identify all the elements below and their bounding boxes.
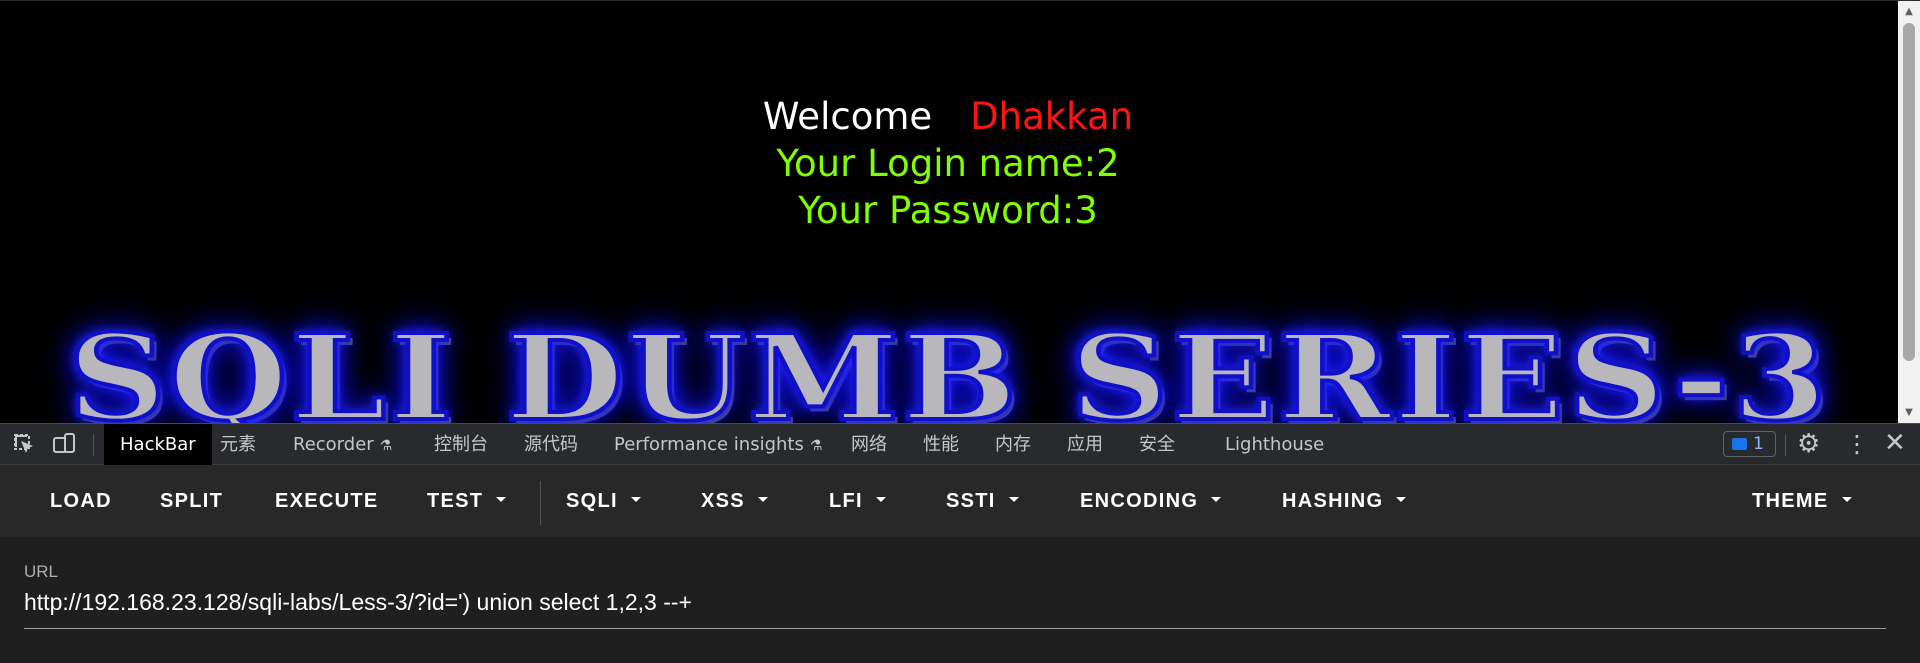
chevron-down-icon xyxy=(1008,497,1019,503)
tab-performance[interactable]: 性能 xyxy=(923,424,959,465)
button-label: SPLIT xyxy=(160,490,224,512)
chevron-down-icon xyxy=(1841,497,1852,503)
tab-memory[interactable]: 内存 xyxy=(995,424,1031,465)
experiment-flask-icon: ⚗ xyxy=(379,438,393,454)
page-viewport: Welcome Dhakkan Your Login name:2 Your Pa… xyxy=(0,0,1920,423)
device-toolbar-icon[interactable] xyxy=(52,432,76,456)
scroll-up-icon[interactable]: ▲ xyxy=(1898,3,1920,21)
hashing-menu-button[interactable]: HASHING xyxy=(1282,465,1407,537)
button-label: LOAD xyxy=(50,490,112,512)
xss-menu-button[interactable]: XSS xyxy=(701,465,768,537)
tab-application[interactable]: 应用 xyxy=(1067,424,1103,465)
inspect-element-icon[interactable] xyxy=(12,432,36,456)
url-label: URL xyxy=(24,562,59,581)
tab-label: Lighthouse xyxy=(1225,434,1325,455)
ssti-menu-button[interactable]: SSTI xyxy=(946,465,1019,537)
tab-label: Performance insights xyxy=(614,434,804,455)
scroll-thumb[interactable] xyxy=(1903,23,1915,361)
button-label: SQLI xyxy=(566,490,618,512)
chevron-down-icon xyxy=(875,497,886,503)
tab-label: 性能 xyxy=(923,434,959,455)
button-label: HASHING xyxy=(1282,490,1384,512)
theme-menu-button[interactable]: THEME xyxy=(1752,465,1852,537)
button-label: XSS xyxy=(701,490,745,512)
chevron-down-icon xyxy=(1396,497,1407,503)
encoding-menu-button[interactable]: ENCODING xyxy=(1080,465,1222,537)
toolbar-divider xyxy=(540,481,541,525)
banner-wrap: SQLI DUMB SERIES-3 xyxy=(0,308,1896,424)
tab-performance-insights[interactable]: Performance insights ⚗ xyxy=(614,424,822,465)
tab-hackbar[interactable]: HackBar xyxy=(104,424,212,465)
chevron-down-icon xyxy=(757,497,768,503)
button-label: TEST xyxy=(427,490,484,512)
issues-badge[interactable]: 1 xyxy=(1723,431,1776,457)
tab-label: 网络 xyxy=(851,434,887,455)
tab-label: 安全 xyxy=(1139,434,1175,455)
tab-lighthouse[interactable]: Lighthouse xyxy=(1225,424,1324,465)
experiment-flask-icon: ⚗ xyxy=(809,438,823,454)
button-label: THEME xyxy=(1752,490,1829,512)
sqli-menu-button[interactable]: SQLI xyxy=(566,465,641,537)
scroll-down-icon[interactable]: ▼ xyxy=(1898,404,1920,422)
devtools-tab-bar: HackBar 元素 Recorder ⚗ 控制台 源代码 Performance… xyxy=(0,423,1920,465)
tab-label: Recorder xyxy=(293,434,374,455)
button-label: LFI xyxy=(829,490,863,512)
lfi-menu-button[interactable]: LFI xyxy=(829,465,886,537)
user-name: Dhakkan xyxy=(970,95,1134,138)
series-banner: SQLI DUMB SERIES-3 xyxy=(65,308,1829,424)
welcome-text: Welcome xyxy=(762,95,933,138)
tab-label: 控制台 xyxy=(434,434,488,455)
tab-elements[interactable]: 元素 xyxy=(220,424,256,465)
split-button[interactable]: SPLIT xyxy=(160,465,223,537)
issues-count: 1 xyxy=(1753,434,1764,454)
password-text: Your Password:3 xyxy=(798,189,1098,232)
welcome-line: Welcome Dhakkan xyxy=(0,93,1896,140)
welcome-block: Welcome Dhakkan Your Login name:2 Your Pa… xyxy=(0,93,1896,234)
toolbar-divider xyxy=(93,434,94,456)
more-options-icon[interactable]: ⋮ xyxy=(1845,429,1869,459)
settings-gear-icon[interactable]: ⚙ xyxy=(1797,429,1820,459)
tab-recorder[interactable]: Recorder ⚗ xyxy=(293,424,392,465)
button-label: SSTI xyxy=(946,490,996,512)
tab-label: 元素 xyxy=(220,434,256,455)
page-scrollbar[interactable]: ▲ ▼ xyxy=(1898,1,1920,423)
hackbar-toolbar: LOAD SPLIT EXECUTE TEST SQLI XSS LFI SST… xyxy=(0,465,1920,537)
url-input-underline xyxy=(24,628,1886,629)
tab-label: HackBar xyxy=(120,434,196,455)
tab-label: 内存 xyxy=(995,434,1031,455)
tab-security[interactable]: 安全 xyxy=(1139,424,1175,465)
tab-sources[interactable]: 源代码 xyxy=(524,424,578,465)
execute-button[interactable]: EXECUTE xyxy=(275,465,379,537)
tab-console[interactable]: 控制台 xyxy=(434,424,488,465)
tab-label: 应用 xyxy=(1067,434,1103,455)
load-button[interactable]: LOAD xyxy=(50,465,112,537)
button-label: ENCODING xyxy=(1080,490,1199,512)
chevron-down-icon xyxy=(1211,497,1222,503)
close-devtools-icon[interactable]: ✕ xyxy=(1884,428,1906,458)
button-label: EXECUTE xyxy=(275,490,379,512)
chevron-down-icon xyxy=(630,497,641,503)
tab-network[interactable]: 网络 xyxy=(851,424,887,465)
toolbar-divider xyxy=(1785,434,1786,456)
chevron-down-icon xyxy=(496,497,507,503)
url-panel: URL http://192.168.23.128/sqli-labs/Less… xyxy=(0,537,1920,663)
message-icon xyxy=(1732,438,1747,450)
login-name-text: Your Login name:2 xyxy=(776,142,1120,185)
test-menu-button[interactable]: TEST xyxy=(427,465,507,537)
url-input[interactable]: http://192.168.23.128/sqli-labs/Less-3/?… xyxy=(24,589,1884,616)
tab-label: 源代码 xyxy=(524,434,578,455)
